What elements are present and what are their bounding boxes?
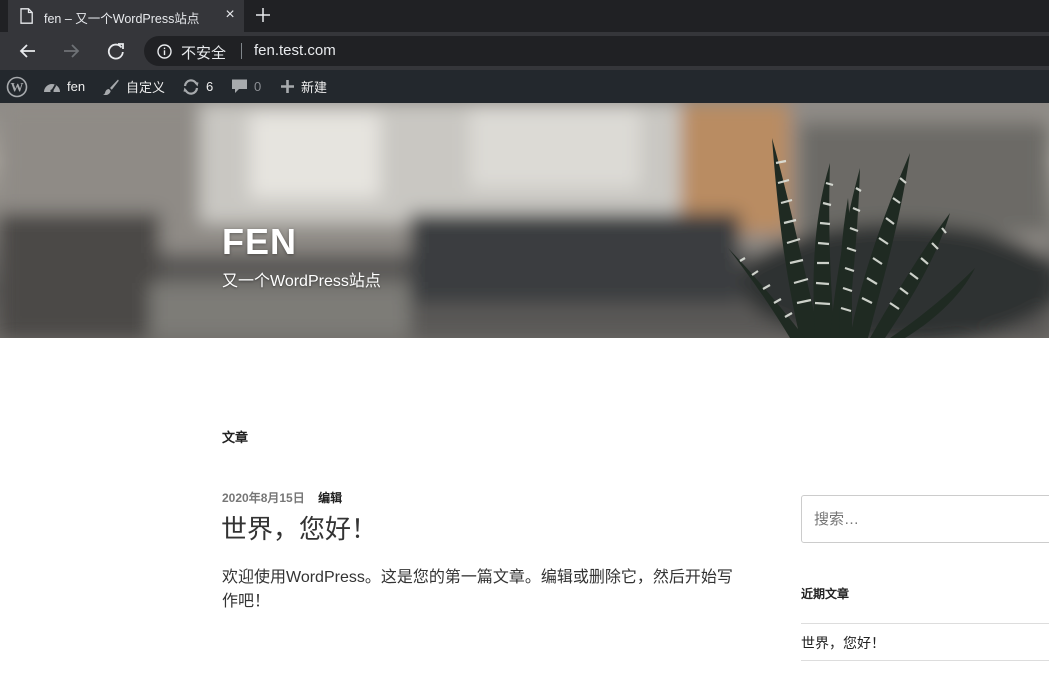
omnibox-divider: [241, 43, 242, 59]
site-title[interactable]: FEN: [222, 221, 297, 263]
dashboard-icon: [44, 83, 60, 93]
wordpress-logo-button[interactable]: W: [6, 70, 28, 103]
browser-tab[interactable]: fen – 又一个WordPress站点 ×: [8, 0, 244, 32]
new-content-menu[interactable]: 新建: [280, 70, 327, 103]
info-icon[interactable]: [157, 44, 172, 59]
security-label: 不安全: [181, 45, 227, 62]
back-arrow-icon[interactable]: [18, 41, 38, 61]
recent-post-link[interactable]: 世界，您好！: [801, 633, 885, 653]
header-image: [0, 103, 1049, 338]
wp-admin-bar: W fen 自定义 6 0 新建: [0, 70, 1049, 103]
new-tab-icon[interactable]: [254, 5, 272, 25]
browser-toolbar: 不安全 fen.test.com: [0, 32, 1049, 70]
site-header: FEN 又一个WordPress站点: [0, 103, 1049, 338]
document-icon: [20, 8, 33, 24]
updates-count: 6: [206, 79, 214, 94]
site-name-label: fen: [67, 79, 86, 94]
updates-link[interactable]: 6: [182, 70, 213, 103]
recent-posts-divider: [801, 623, 1049, 624]
new-content-label: 新建: [301, 80, 328, 95]
comments-count: 0: [254, 79, 262, 94]
post-meta: 2020年8月15日 编辑: [222, 489, 342, 506]
url-text[interactable]: fen.test.com: [254, 42, 336, 59]
post-title-link[interactable]: 世界，您好！: [221, 509, 377, 546]
search-input[interactable]: [801, 495, 1049, 543]
customize-label: 自定义: [126, 80, 166, 95]
site-description: 又一个WordPress站点: [222, 273, 381, 290]
comment-bubble-icon: [232, 79, 247, 93]
updates-icon: [183, 78, 199, 95]
address-bar[interactable]: 不安全 fen.test.com: [144, 36, 1049, 66]
page-heading: 文章: [222, 430, 249, 445]
plus-icon: [281, 80, 294, 93]
wordpress-logo-icon: W: [6, 76, 28, 97]
site-name-menu[interactable]: fen: [43, 70, 85, 103]
tab-title: fen – 又一个WordPress站点: [44, 12, 200, 26]
customize-link[interactable]: 自定义: [102, 70, 165, 103]
browser-tab-strip: fen – 又一个WordPress站点 ×: [0, 0, 1049, 32]
svg-text:W: W: [11, 79, 24, 94]
edit-post-link[interactable]: 编辑: [318, 491, 342, 505]
paintbrush-icon: [103, 79, 119, 95]
close-tab-icon[interactable]: ×: [222, 7, 238, 23]
post-date-link[interactable]: 2020年8月15日: [222, 491, 305, 505]
post-excerpt: 欢迎使用WordPress。这是您的第一篇文章。编辑或删除它，然后开始写作吧！: [222, 569, 733, 610]
reload-icon[interactable]: [106, 41, 126, 61]
forward-arrow-icon[interactable]: [61, 41, 81, 61]
recent-posts-title: 近期文章: [801, 587, 850, 601]
comments-link[interactable]: 0: [231, 70, 261, 103]
recent-posts-divider-bottom: [801, 660, 1049, 661]
